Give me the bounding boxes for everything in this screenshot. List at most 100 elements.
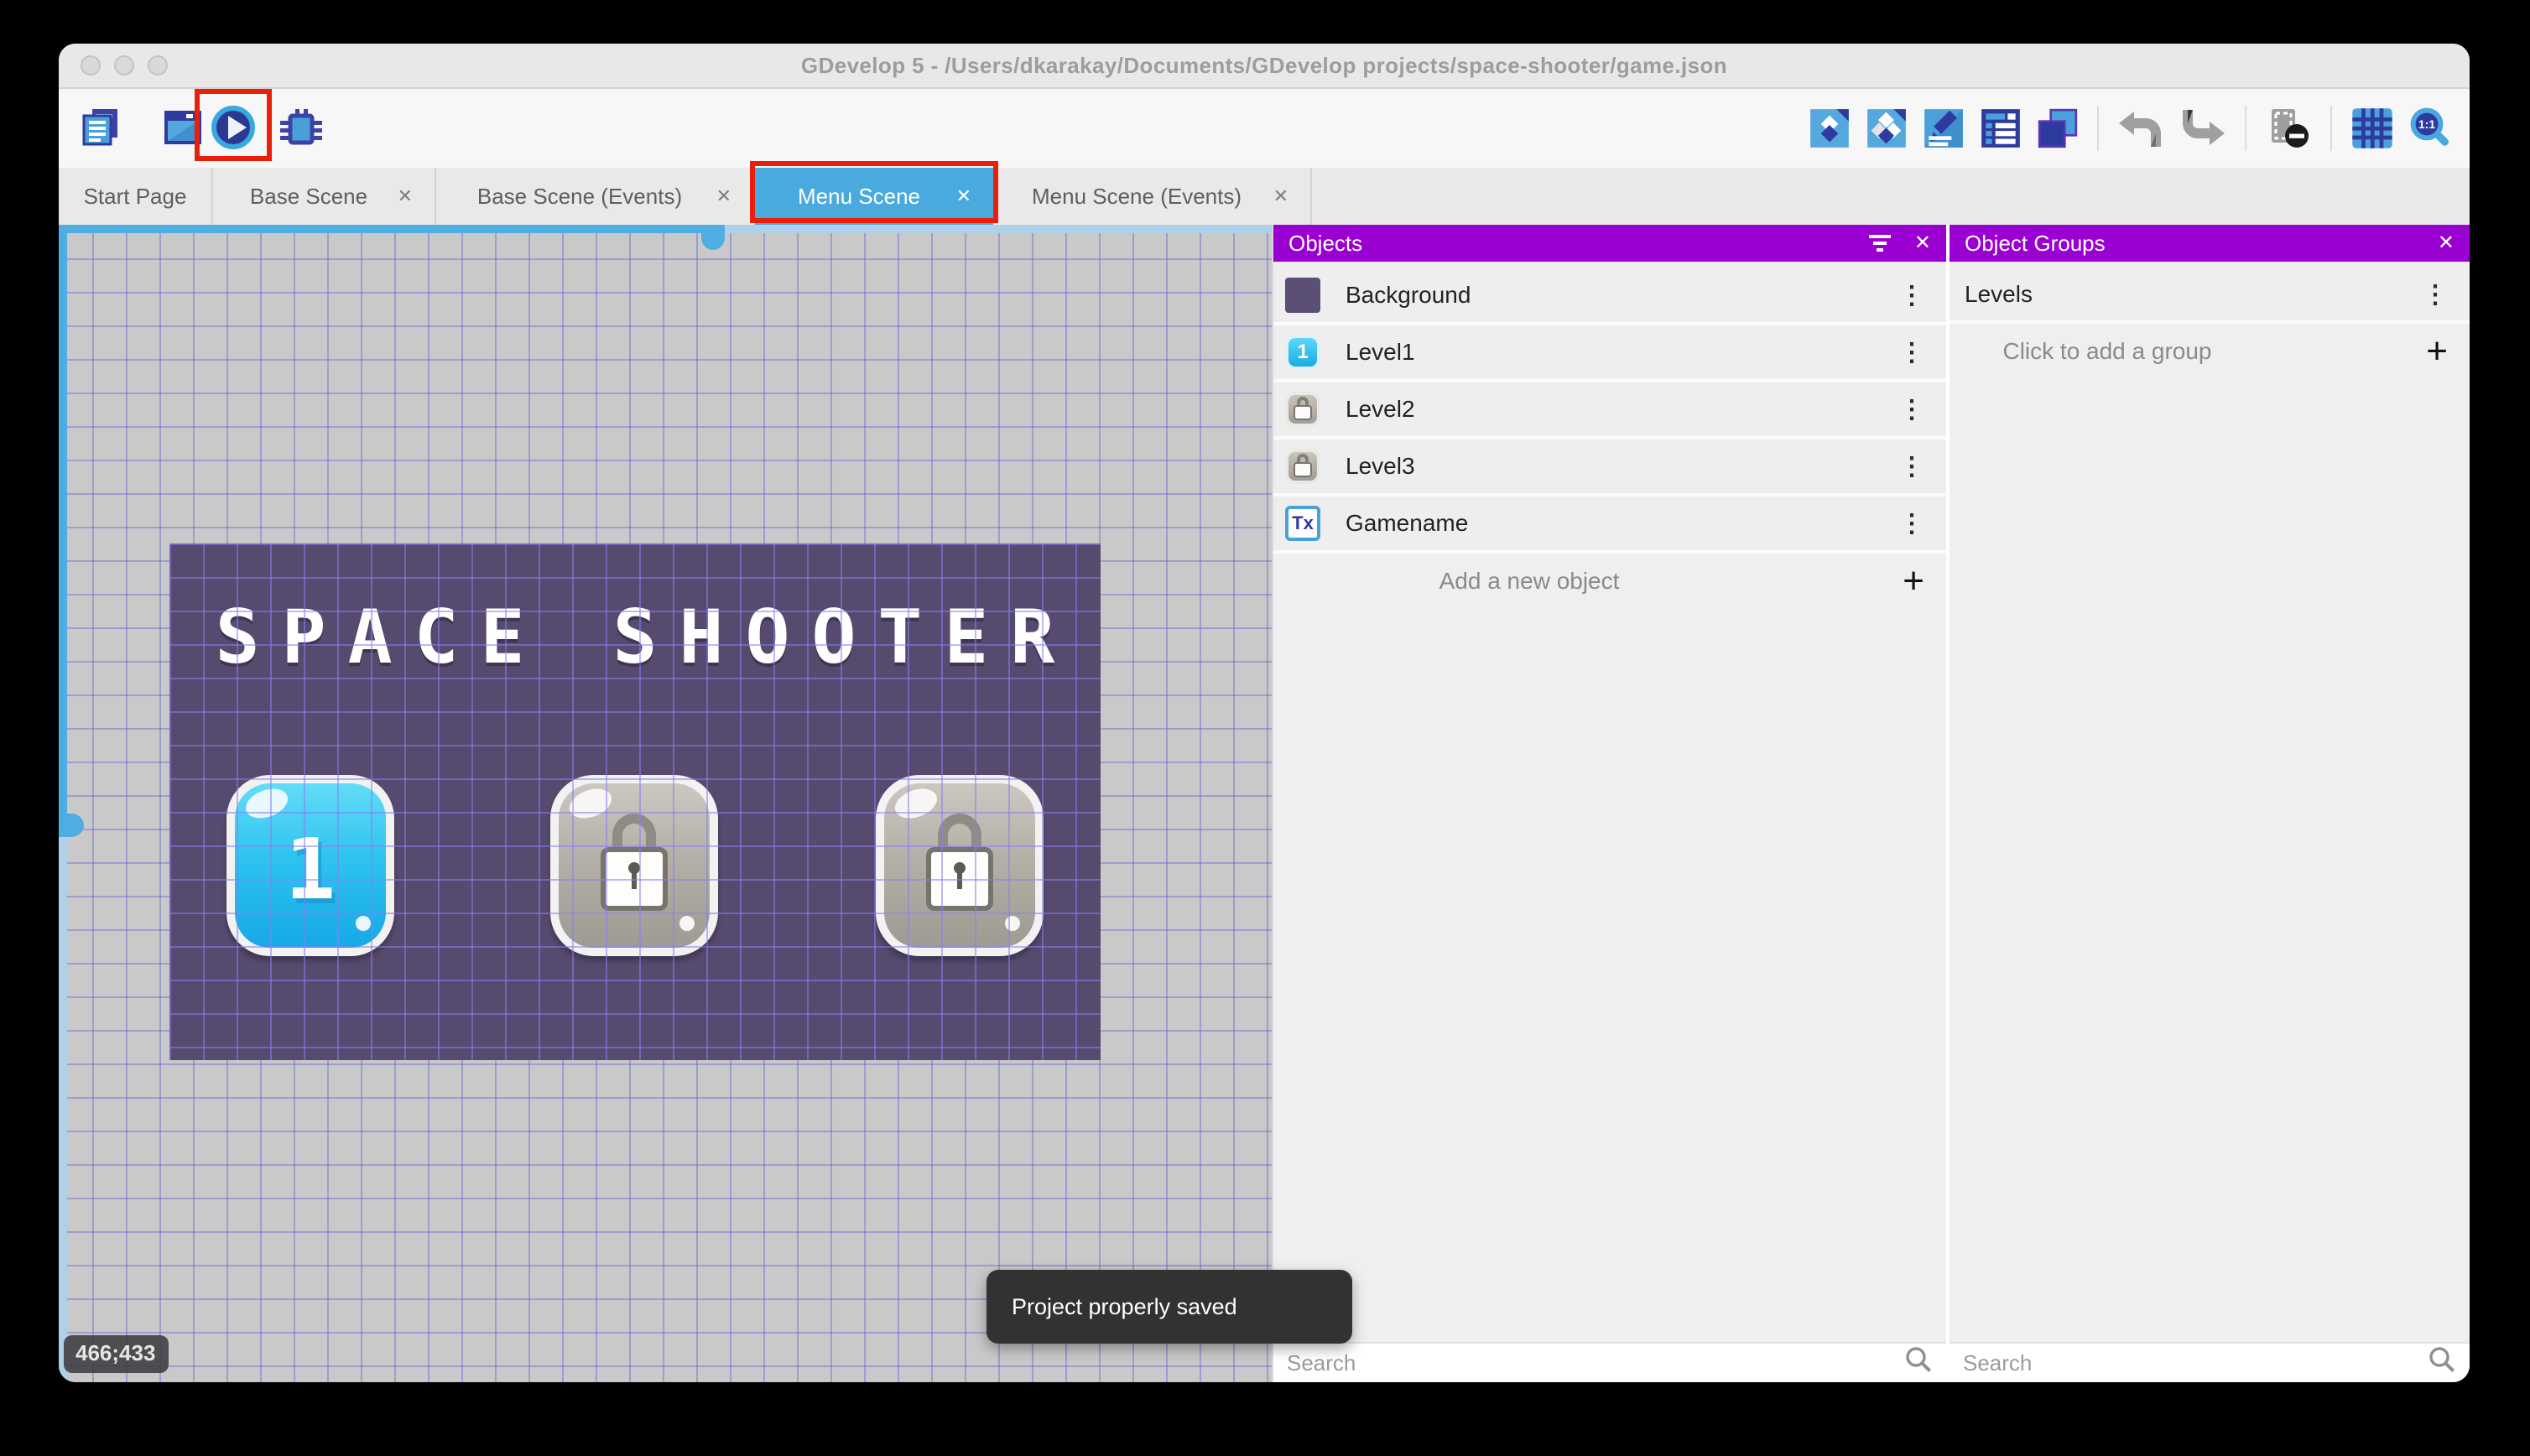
group-row-levels[interactable]: Levels ⋮ — [1950, 268, 2470, 320]
instances-list-icon[interactable] — [1978, 106, 2023, 151]
kebab-menu-icon[interactable]: ⋮ — [1899, 395, 1924, 424]
lock-icon — [597, 814, 671, 914]
tabbar: Start Page Base Scene ✕ Base Scene (Even… — [59, 168, 2470, 225]
group-name: Levels — [1965, 281, 2033, 308]
zoom-1-1-icon[interactable]: 1:1 — [2408, 105, 2455, 152]
tab-close-icon[interactable]: ✕ — [398, 185, 413, 207]
object-name: Level3 — [1346, 453, 1415, 480]
object-name: Background — [1346, 282, 1471, 309]
horizontal-scrollbar-thumb[interactable] — [701, 225, 725, 250]
grid-icon[interactable] — [2349, 105, 2396, 152]
groups-panel-header: Object Groups ✕ — [1950, 225, 2470, 262]
level2-button-sprite[interactable] — [550, 775, 718, 956]
objects-search-input[interactable] — [1287, 1350, 1904, 1376]
level3-button-sprite[interactable] — [876, 775, 1044, 956]
object-row-level3[interactable]: Level3 ⋮ — [1273, 439, 1946, 493]
objects-panel-title: Objects — [1288, 231, 1362, 257]
background-object-icon — [1285, 278, 1320, 313]
window-title: GDevelop 5 - /Users/dkarakay/Documents/G… — [801, 53, 1727, 79]
add-group-row[interactable]: Click to add a group + — [1950, 324, 2470, 379]
kebab-menu-icon[interactable]: ⋮ — [1899, 509, 1924, 538]
add-object-label: Add a new object — [1273, 568, 1946, 595]
close-icon[interactable]: ✕ — [1914, 233, 1931, 253]
cursor-coordinates: 466;433 — [64, 1335, 169, 1373]
button-highlight-dot — [1005, 916, 1020, 931]
toggle-window-mask-icon[interactable] — [2263, 105, 2314, 152]
horizontal-scrollbar[interactable] — [59, 225, 1272, 233]
kebab-menu-icon[interactable]: ⋮ — [1899, 338, 1924, 367]
filter-icon[interactable] — [1869, 235, 1891, 252]
close-window-button[interactable] — [81, 55, 101, 75]
level1-button-sprite[interactable]: 1 — [226, 775, 394, 956]
kebab-menu-icon[interactable]: ⋮ — [1899, 281, 1924, 310]
toolbar: 1:1 — [59, 89, 2470, 168]
plus-icon[interactable]: + — [2426, 333, 2448, 370]
toolbar-separator — [2330, 106, 2332, 151]
object-name: Gamename — [1346, 510, 1468, 537]
object-row-level2[interactable]: Level2 ⋮ — [1273, 382, 1946, 436]
lock-object-icon — [1285, 449, 1320, 484]
kebab-menu-icon[interactable]: ⋮ — [1899, 452, 1924, 481]
button-highlight-dot — [679, 916, 695, 931]
objects-panel-icon[interactable] — [1807, 106, 1852, 151]
objects-panel-header: Objects ✕ — [1273, 225, 1946, 262]
button-gloss — [242, 783, 292, 824]
tab-label: Start Page — [84, 184, 187, 210]
traffic-lights — [81, 55, 168, 75]
vertical-scrollbar-thumb[interactable] — [59, 814, 84, 837]
maximize-window-button[interactable] — [148, 55, 168, 75]
groups-search-input[interactable] — [1963, 1350, 2428, 1376]
toast-message: Project properly saved — [1012, 1294, 1237, 1320]
object-groups-panel-icon[interactable] — [1864, 106, 1909, 151]
add-object-row[interactable]: Add a new object + — [1273, 554, 1946, 609]
tab-label: Menu Scene (Events) — [1032, 184, 1242, 210]
plus-icon[interactable]: + — [1903, 563, 1924, 600]
tab-label: Base Scene — [250, 184, 367, 210]
annotation-box-menu-scene-tab — [750, 161, 998, 223]
vertical-scrollbar[interactable] — [59, 225, 67, 1382]
groups-search-bar — [1950, 1342, 2470, 1382]
minimize-window-button[interactable] — [114, 55, 134, 75]
lock-icon — [923, 814, 997, 914]
object-row-background[interactable]: Background ⋮ — [1273, 268, 1946, 322]
object-row-gamename[interactable]: Tx Gamename ⋮ — [1273, 497, 1946, 550]
groups-list: Levels ⋮ Click to add a group + — [1950, 262, 2470, 1342]
add-group-label: Click to add a group — [1950, 338, 2470, 365]
right-toolbar: 1:1 — [1807, 102, 2455, 154]
lock-object-icon — [1285, 392, 1320, 427]
groups-panel-title: Object Groups — [1965, 231, 2106, 257]
search-icon[interactable] — [2428, 1345, 2456, 1381]
tab-close-icon[interactable]: ✕ — [716, 185, 731, 207]
gdevelop-window: GDevelop 5 - /Users/dkarakay/Documents/G… — [59, 44, 2470, 1382]
undo-icon[interactable] — [2116, 105, 2166, 152]
scene-background[interactable]: SPACE SHOOTER 1 — [169, 543, 1101, 1060]
kebab-menu-icon[interactable]: ⋮ — [2423, 280, 2448, 309]
objects-search-bar — [1273, 1342, 1946, 1382]
objects-list: Background ⋮ 1 Level1 ⋮ Level2 ⋮ — [1273, 262, 1946, 1342]
zoom-label: 1:1 — [2418, 117, 2435, 131]
tab-close-icon[interactable]: ✕ — [1273, 185, 1288, 207]
tab-base-scene-events[interactable]: Base Scene (Events) ✕ — [436, 168, 755, 225]
object-name: Level2 — [1346, 396, 1415, 423]
annotation-box-play-button — [195, 89, 272, 161]
redo-icon[interactable] — [2178, 105, 2228, 152]
objects-panel: Objects ✕ Background ⋮ 1 Level1 — [1272, 225, 1946, 1382]
close-icon[interactable]: ✕ — [2438, 233, 2455, 253]
tab-base-scene[interactable]: Base Scene ✕ — [213, 168, 436, 225]
scene-editor-canvas[interactable]: SPACE SHOOTER 1 — [59, 225, 1272, 1382]
debug-button[interactable] — [275, 106, 322, 149]
object-name: Level1 — [1346, 339, 1415, 366]
properties-panel-icon[interactable] — [1921, 106, 1966, 151]
scene-title-text[interactable]: SPACE SHOOTER — [169, 594, 1122, 680]
save-toast: Project properly saved — [986, 1270, 1352, 1344]
search-icon[interactable] — [1904, 1345, 1933, 1381]
tab-start-page[interactable]: Start Page — [59, 168, 213, 225]
tab-menu-scene-events[interactable]: Menu Scene (Events) ✕ — [993, 168, 1312, 225]
titlebar: GDevelop 5 - /Users/dkarakay/Documents/G… — [59, 44, 2470, 89]
tab-label: Base Scene (Events) — [477, 184, 682, 210]
button-highlight-dot — [356, 916, 371, 931]
toolbar-separator — [2097, 106, 2099, 151]
object-row-level1[interactable]: 1 Level1 ⋮ — [1273, 325, 1946, 379]
project-manager-icon[interactable] — [79, 106, 122, 149]
layers-panel-icon[interactable] — [2035, 106, 2080, 151]
